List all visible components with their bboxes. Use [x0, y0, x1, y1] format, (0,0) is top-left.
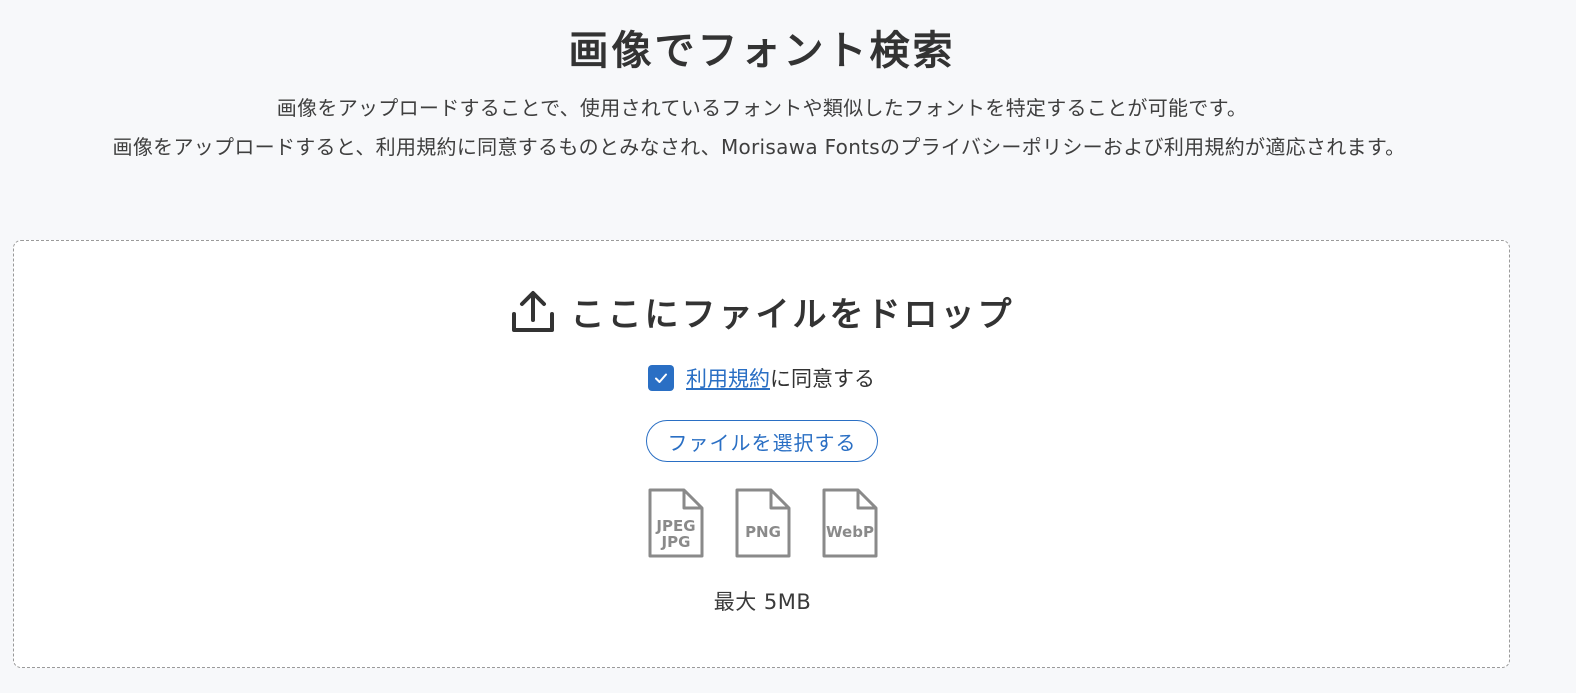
webp-label: WebP [826, 523, 874, 541]
drop-label: ここにファイルをドロップ [570, 295, 1015, 335]
checkmark-icon [655, 373, 667, 383]
max-file-size: 最大 5MB [713, 590, 812, 614]
jpg-label: JPG [661, 533, 691, 551]
description-line-2: 画像をアップロードすると、利用規約に同意するものとみなされ、Morisawa F… [112, 135, 1406, 159]
page-title: 画像でフォント検索 [568, 28, 956, 74]
terms-agreement: 利用規約に同意する [14, 363, 1509, 393]
terms-checkbox[interactable] [648, 365, 674, 391]
jpeg-file-icon: JPEG JPG [646, 486, 706, 560]
description-line-1: 画像をアップロードすることで、使用されているフォントや類似したフォントを特定する… [276, 96, 1248, 120]
file-dropzone[interactable]: ここにファイルをドロップ 利用規約に同意する ファイルを選択する JPEG JP… [13, 240, 1510, 668]
terms-suffix: に同意する [770, 367, 875, 391]
png-file-icon: PNG [733, 486, 793, 560]
supported-file-types: JPEG JPG PNG WebP [646, 486, 880, 560]
select-file-button[interactable]: ファイルを選択する [646, 420, 878, 462]
webp-file-icon: WebP [820, 486, 880, 560]
png-label: PNG [745, 523, 781, 541]
jpeg-label: JPEG [656, 517, 696, 535]
dropzone-heading: ここにファイルをドロップ [14, 287, 1509, 336]
upload-icon [509, 288, 557, 336]
terms-link[interactable]: 利用規約 [686, 367, 770, 391]
